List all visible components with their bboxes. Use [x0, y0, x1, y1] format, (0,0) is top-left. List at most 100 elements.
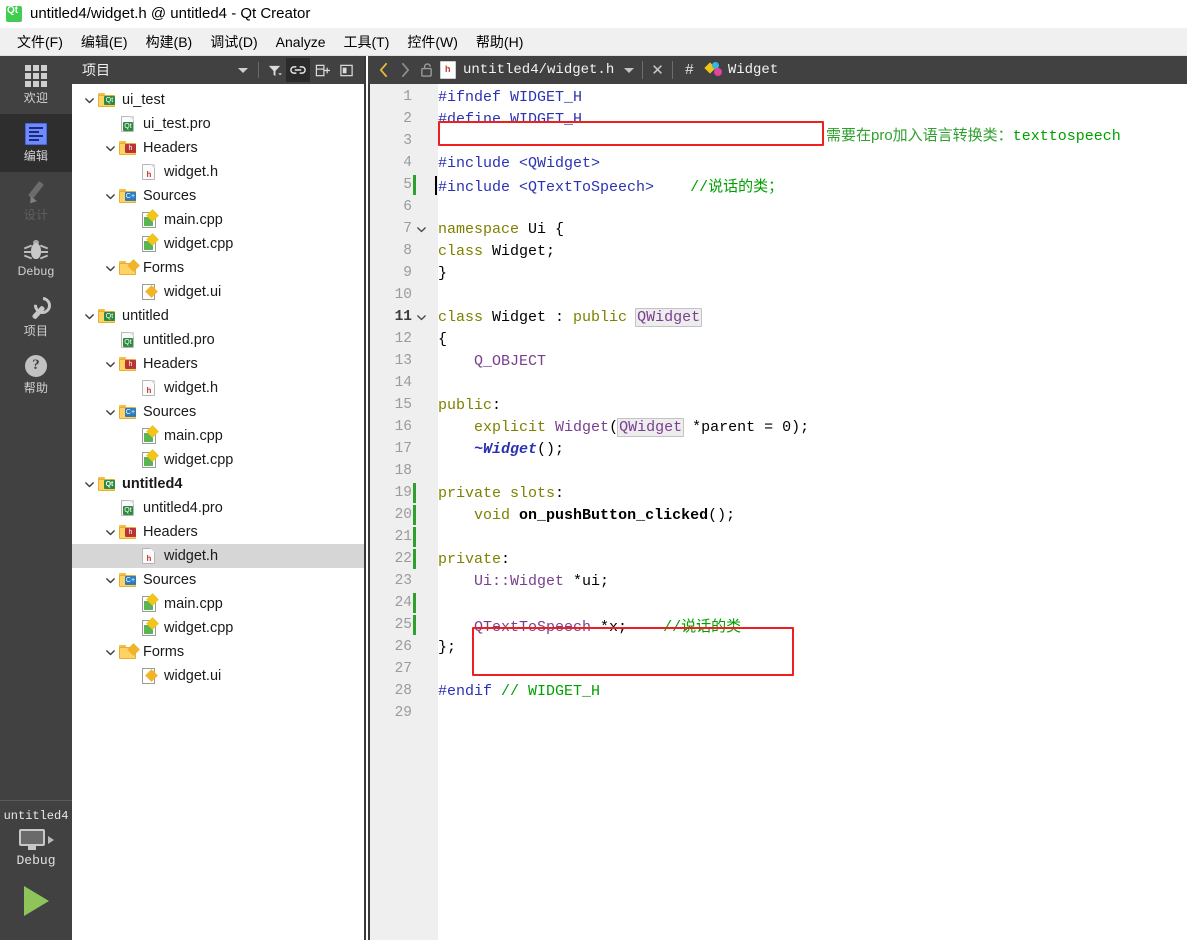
tree-item[interactable]: C+ Sources: [72, 568, 364, 592]
tree-item[interactable]: h Headers: [72, 520, 364, 544]
tree-twisty[interactable]: [101, 403, 119, 421]
code-line[interactable]: 4 #include <QWidget>: [368, 152, 1187, 174]
tree-item[interactable]: Qt ui_test: [72, 88, 364, 112]
tree-item[interactable]: h Headers: [72, 352, 364, 376]
code-line[interactable]: 16 explicit Widget(QWidget *parent = 0);: [368, 416, 1187, 438]
code-line[interactable]: 26};: [368, 636, 1187, 658]
add-split-button[interactable]: [310, 58, 334, 82]
mode-welcome[interactable]: 欢迎: [0, 56, 72, 114]
editor-file-selector[interactable]: untitled4/widget.h: [440, 61, 614, 79]
tree-item[interactable]: Forms: [72, 640, 364, 664]
fold-chevron-down-icon[interactable]: [416, 312, 427, 323]
tree-item[interactable]: widget.cpp: [72, 232, 364, 256]
code-line[interactable]: 19 private slots:: [368, 482, 1187, 504]
tree-item[interactable]: Qt untitled: [72, 304, 364, 328]
run-play-icon[interactable]: [23, 886, 49, 916]
code-line[interactable]: 7 namespace Ui {: [368, 218, 1187, 240]
menu-edit[interactable]: 编辑(E): [72, 30, 137, 54]
code-line[interactable]: 21: [368, 526, 1187, 548]
filter-button[interactable]: [262, 58, 286, 82]
menu-analyze[interactable]: Analyze: [267, 32, 335, 52]
tree-item[interactable]: main.cpp: [72, 424, 364, 448]
tree-twisty[interactable]: [101, 571, 119, 589]
tree-item[interactable]: h widget.h: [72, 160, 364, 184]
project-tree[interactable]: Qt ui_test Qt ui_test.pro h Headers h widget.h C…: [72, 84, 364, 940]
code-line[interactable]: 15 public:: [368, 394, 1187, 416]
tree-twisty[interactable]: [101, 187, 119, 205]
tree-item[interactable]: h widget.h: [72, 376, 364, 400]
code-line[interactable]: 12 {: [368, 328, 1187, 350]
code-line[interactable]: 28 #endif // WIDGET_H: [368, 680, 1187, 702]
code-line[interactable]: 8 class Widget;: [368, 240, 1187, 262]
mode-help[interactable]: ? 帮助: [0, 346, 72, 404]
code-line[interactable]: 1 #ifndef WIDGET_H: [368, 86, 1187, 108]
menu-debug[interactable]: 调试(D): [201, 30, 266, 54]
tree-item[interactable]: C+ Sources: [72, 400, 364, 424]
code-line[interactable]: 27: [368, 658, 1187, 680]
tree-item[interactable]: C+ Sources: [72, 184, 364, 208]
sync-with-editor-button[interactable]: [286, 58, 310, 82]
tree-item[interactable]: Qt untitled4.pro: [72, 496, 364, 520]
code-editor[interactable]: 1 #ifndef WIDGET_H 2 #define WIDGET_H 3 4 #inc…: [368, 84, 1187, 940]
code-line[interactable]: 25 QTextToSpeech *x; //说话的类: [368, 614, 1187, 636]
kit-target-row[interactable]: [18, 829, 54, 851]
folder-cpp-icon: C+: [119, 403, 137, 421]
code-line[interactable]: 18: [368, 460, 1187, 482]
tree-item[interactable]: h widget.h: [72, 544, 364, 568]
tree-item[interactable]: main.cpp: [72, 592, 364, 616]
tree-twisty[interactable]: [101, 355, 119, 373]
menu-widgets[interactable]: 控件(W): [398, 30, 467, 54]
tree-twisty[interactable]: [101, 523, 119, 541]
tree-item[interactable]: main.cpp: [72, 208, 364, 232]
close-sidebar-button[interactable]: [334, 58, 358, 82]
tree-twisty[interactable]: [80, 307, 98, 325]
tree-item[interactable]: Qt untitled.pro: [72, 328, 364, 352]
mode-projects-label: 项目: [23, 323, 49, 338]
code-line[interactable]: 10: [368, 284, 1187, 306]
tree-twisty[interactable]: [101, 139, 119, 157]
code-line[interactable]: 5 #include <QTextToSpeech> //说话的类；: [368, 174, 1187, 196]
view-selector-caret[interactable]: [231, 58, 255, 82]
tree-item[interactable]: widget.ui: [72, 280, 364, 304]
code-line[interactable]: 9}: [368, 262, 1187, 284]
menu-tools[interactable]: 工具(T): [334, 30, 398, 54]
code-line[interactable]: 13 Q_OBJECT: [368, 350, 1187, 372]
code-line[interactable]: 11 class Widget : public QWidget: [368, 306, 1187, 328]
menu-build[interactable]: 构建(B): [137, 30, 202, 54]
navigate-forward-button[interactable]: [394, 58, 416, 82]
code-line[interactable]: 6: [368, 196, 1187, 218]
fold-chevron-down-icon[interactable]: [416, 224, 427, 235]
tree-item[interactable]: h Headers: [72, 136, 364, 160]
tree-item[interactable]: widget.ui: [72, 664, 364, 688]
fold-column[interactable]: [412, 224, 430, 235]
tree-item[interactable]: widget.cpp: [72, 616, 364, 640]
tree-twisty[interactable]: [80, 475, 98, 493]
tree-item[interactable]: Forms: [72, 256, 364, 280]
tree-twisty[interactable]: [101, 259, 119, 277]
editor-area: untitled4/widget.h ✕ # Widget 1 #ifndef W…: [368, 56, 1187, 940]
tree-item[interactable]: widget.cpp: [72, 448, 364, 472]
menu-help[interactable]: 帮助(H): [467, 30, 532, 54]
editor-symbol-name[interactable]: Widget: [728, 62, 778, 78]
mode-projects[interactable]: 项目: [0, 288, 72, 346]
tree-item[interactable]: Qt untitled4: [72, 472, 364, 496]
menu-file[interactable]: 文件(F): [8, 30, 72, 54]
fold-column[interactable]: [412, 312, 430, 323]
code-line[interactable]: 23 Ui::Widget *ui;: [368, 570, 1187, 592]
tree-twisty[interactable]: [80, 91, 98, 109]
tree-item[interactable]: Qt ui_test.pro: [72, 112, 364, 136]
code-line[interactable]: 24: [368, 592, 1187, 614]
close-editor-button[interactable]: ✕: [651, 61, 664, 79]
code-line[interactable]: 20 void on_pushButton_clicked();: [368, 504, 1187, 526]
tree-twisty[interactable]: [101, 643, 119, 661]
kit-selector[interactable]: untitled4 Debug: [0, 800, 72, 940]
mode-debug[interactable]: Debug: [0, 230, 72, 288]
code-line[interactable]: 17 ~Widget();: [368, 438, 1187, 460]
chevron-down-icon[interactable]: [624, 67, 635, 73]
mode-edit[interactable]: 编辑: [0, 114, 72, 172]
code-line[interactable]: 14: [368, 372, 1187, 394]
navigate-back-button[interactable]: [372, 58, 394, 82]
code-line[interactable]: 22 private:: [368, 548, 1187, 570]
lock-toggle-button[interactable]: [416, 58, 436, 82]
code-line[interactable]: 29: [368, 702, 1187, 724]
